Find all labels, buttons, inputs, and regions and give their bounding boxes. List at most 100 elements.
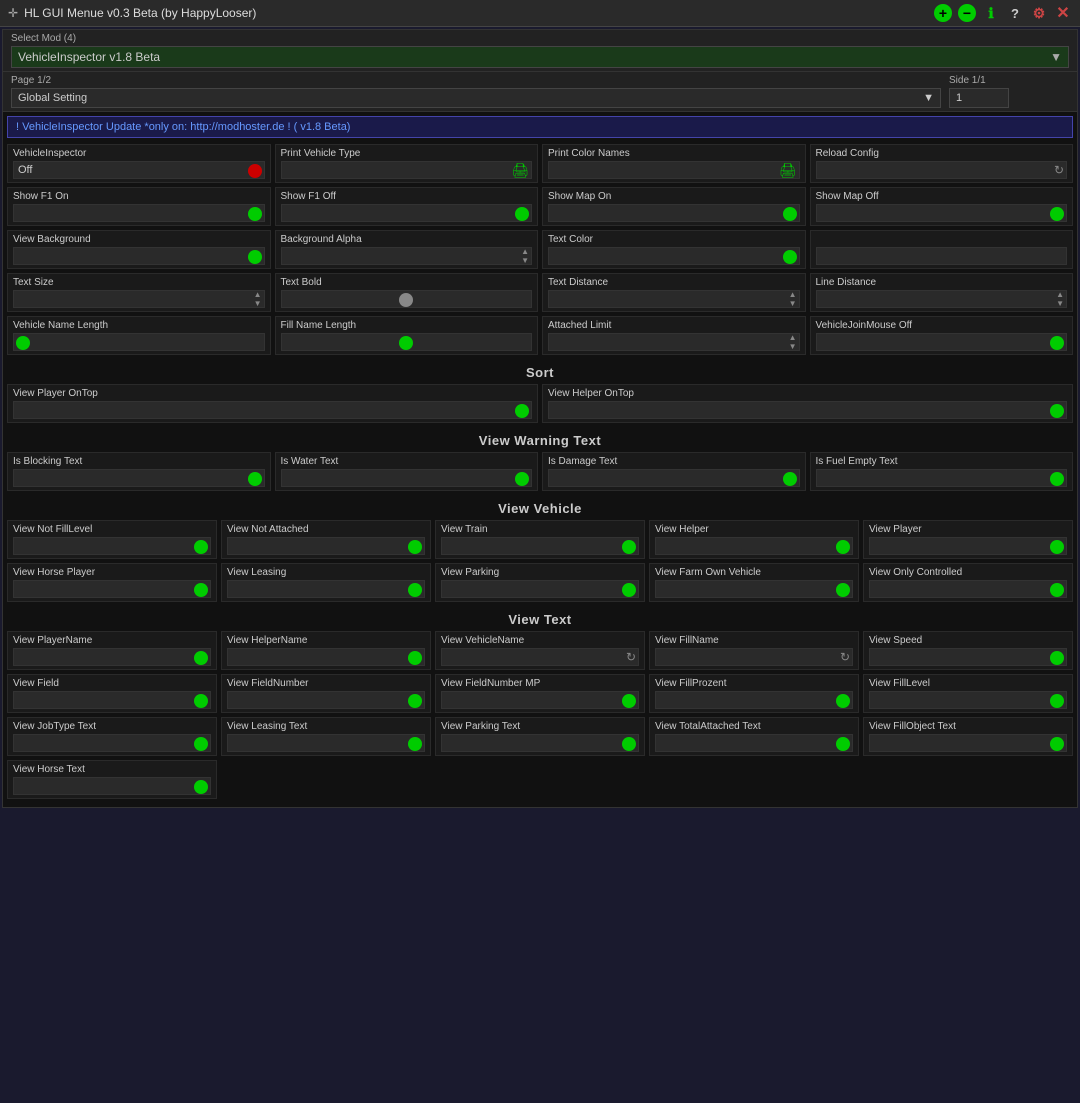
ctrl-view-leasing: View Leasing <box>221 563 431 602</box>
ctrl-view-helper-label: View Helper <box>655 524 853 535</box>
ctrl-background-alpha: Background Alpha ▲ ▼ <box>275 230 539 269</box>
sort-section: Sort View Player OnTop View Helper OnTop <box>7 359 1073 423</box>
ctrl-view-player-widget[interactable] <box>869 537 1067 555</box>
ctrl-show-map-off-widget[interactable] <box>816 204 1068 222</box>
mod-dropdown[interactable]: VehicleInspector v1.8 Beta ▼ <box>11 46 1069 68</box>
app-title: HL GUI Menue v0.3 Beta (by HappyLooser) <box>24 6 256 20</box>
ctrl-view-fillobject-text-widget[interactable] <box>869 734 1067 752</box>
ctrl-view-horse-text-widget[interactable] <box>13 777 211 795</box>
minus-button[interactable]: − <box>958 4 976 22</box>
ctrl-text-size-widget[interactable]: ▲ ▼ <box>13 290 265 308</box>
ctrl-view-fillname-widget[interactable]: ↻ <box>655 648 853 666</box>
ctrl-view-only-controlled-widget[interactable] <box>869 580 1067 598</box>
ctrl-view-parking-label: View Parking <box>441 567 639 578</box>
ctrl-fuel-empty-text-widget[interactable] <box>816 469 1068 487</box>
ctrl-view-helper-ontop-widget[interactable] <box>548 401 1067 419</box>
ctrl-vehicle-name-length-widget[interactable] <box>13 333 265 351</box>
title-bar: ✛ HL GUI Menue v0.3 Beta (by HappyLooser… <box>0 0 1080 27</box>
ctrl-view-field-widget[interactable] <box>13 691 211 709</box>
ctrl-vehiclejoinmouse-off: VehicleJoinMouse Off <box>810 316 1074 355</box>
side-col: Side 1/1 <box>949 75 1069 108</box>
ctrl-vehicleinspector-label: VehicleInspector <box>13 148 265 159</box>
ctrl-view-player-ontop-widget[interactable] <box>13 401 532 419</box>
text-dist-down-icon: ▼ <box>789 299 797 308</box>
ctrl-background-alpha-widget[interactable]: ▲ ▼ <box>281 247 533 265</box>
ctrl-print-vehicle-type-widget[interactable]: 🖨 <box>281 161 533 179</box>
page-label: Page 1/2 <box>11 75 941 86</box>
ctrl-view-background-widget[interactable] <box>13 247 265 265</box>
ctrl-blocking-text-widget[interactable] <box>13 469 265 487</box>
ctrl-view-playername-widget[interactable] <box>13 648 211 666</box>
ctrl-view-farm-own-vehicle-widget[interactable] <box>655 580 853 598</box>
ctrl-view-speed: View Speed <box>863 631 1073 670</box>
ctrl-view-leasing-text-widget[interactable] <box>227 734 425 752</box>
ctrl-fill-name-length: Fill Name Length <box>275 316 539 355</box>
ctrl-vehiclejoinmouse-off-widget[interactable] <box>816 333 1068 351</box>
ctrl-view-not-filllevel-widget[interactable] <box>13 537 211 555</box>
ctrl-view-fieldnumber-mp-label: View FieldNumber MP <box>441 678 639 689</box>
ctrl-print-color-names-widget[interactable]: 🖨 <box>548 161 800 179</box>
ctrl-view-player: View Player <box>863 520 1073 559</box>
ctrl-view-fieldnumber-mp: View FieldNumber MP <box>435 674 645 713</box>
side-input[interactable] <box>949 88 1009 108</box>
side-label: Side 1/1 <box>949 75 1069 86</box>
ctrl-print-color-names-label: Print Color Names <box>548 148 800 159</box>
ctrl-text-color-widget[interactable] <box>548 247 800 265</box>
ctrl-view-jobtype-text-widget[interactable] <box>13 734 211 752</box>
ctrl-view-fillprozent-widget[interactable] <box>655 691 853 709</box>
ctrl-view-parking-widget[interactable] <box>441 580 639 598</box>
ctrl-line-distance-widget[interactable]: ▲ ▼ <box>816 290 1068 308</box>
ctrl-vehicleinspector-widget[interactable]: Off <box>13 161 265 179</box>
close-button[interactable]: ✕ <box>1054 4 1072 22</box>
ctrl-show-map-on-widget[interactable] <box>548 204 800 222</box>
ctrl-view-vehiclename-widget[interactable]: ↻ <box>441 648 639 666</box>
page-side-row: Page 1/2 Global Setting ▼ Side 1/1 <box>3 72 1077 112</box>
ctrl-text-bold-label: Text Bold <box>281 277 533 288</box>
ctrl-view-horse-text: View Horse Text <box>7 760 217 799</box>
ctrl-view-background: View Background <box>7 230 271 269</box>
settings-button[interactable]: ⚙ <box>1030 4 1048 22</box>
ctrl-reload-config-widget[interactable]: ↻ <box>816 161 1068 179</box>
ctrl-damage-text-widget[interactable] <box>548 469 800 487</box>
ctrl-attached-limit-widget[interactable]: ▲ ▼ <box>548 333 800 351</box>
add-button[interactable]: + <box>934 4 952 22</box>
ctrl-view-train-widget[interactable] <box>441 537 639 555</box>
ctrl-text-size-label: Text Size <box>13 277 265 288</box>
ctrl-water-text-widget[interactable] <box>281 469 533 487</box>
ctrl-fill-name-length-widget[interactable] <box>281 333 533 351</box>
ctrl-line-distance-label: Line Distance <box>816 277 1068 288</box>
ctrl-show-f1-on: Show F1 On <box>7 187 271 226</box>
ctrl-view-not-attached-widget[interactable] <box>227 537 425 555</box>
page-dropdown-value: Global Setting <box>18 92 87 104</box>
ctrl-water-text: Is Water Text <box>275 452 539 491</box>
ctrl-view-speed-widget[interactable] <box>869 648 1067 666</box>
ctrl-show-f1-on-widget[interactable] <box>13 204 265 222</box>
ctrl-text-bold-widget[interactable] <box>281 290 533 308</box>
ctrl-view-horse-player-widget[interactable] <box>13 580 211 598</box>
ctrl-view-horse-player: View Horse Player <box>7 563 217 602</box>
down-arrow-icon: ▼ <box>521 256 529 265</box>
ctrl-show-f1-on-label: Show F1 On <box>13 191 265 202</box>
ctrl-vehiclejoinmouse-off-label: VehicleJoinMouse Off <box>816 320 1068 331</box>
ctrl-view-farm-own-vehicle-label: View Farm Own Vehicle <box>655 567 853 578</box>
ctrl-view-parking-text-widget[interactable] <box>441 734 639 752</box>
ctrl-view-fillprozent: View FillProzent <box>649 674 859 713</box>
row3-controls: View Background Background Alpha ▲ ▼ Tex… <box>7 230 1073 269</box>
page-dropdown[interactable]: Global Setting ▼ <box>11 88 941 108</box>
ctrl-view-totalattached-text-widget[interactable] <box>655 734 853 752</box>
ctrl-view-helper-widget[interactable] <box>655 537 853 555</box>
ctrl-view-background-label: View Background <box>13 234 265 245</box>
info-button[interactable]: ℹ <box>982 4 1000 22</box>
ctrl-text-distance-widget[interactable]: ▲ ▼ <box>548 290 800 308</box>
ctrl-view-fieldnumber-mp-widget[interactable] <box>441 691 639 709</box>
ctrl-view-helpername-widget[interactable] <box>227 648 425 666</box>
ctrl-fuel-empty-text: Is Fuel Empty Text <box>810 452 1074 491</box>
ctrl-show-f1-off-widget[interactable] <box>281 204 533 222</box>
question-button[interactable]: ? <box>1006 4 1024 22</box>
ctrl-view-leasing-widget[interactable] <box>227 580 425 598</box>
line-dist-down-icon: ▼ <box>1056 299 1064 308</box>
ctrl-view-fieldnumber-widget[interactable] <box>227 691 425 709</box>
ctrl-view-not-attached-label: View Not Attached <box>227 524 425 535</box>
ctrl-view-filllevel-widget[interactable] <box>869 691 1067 709</box>
ctrl-view-helper: View Helper <box>649 520 859 559</box>
